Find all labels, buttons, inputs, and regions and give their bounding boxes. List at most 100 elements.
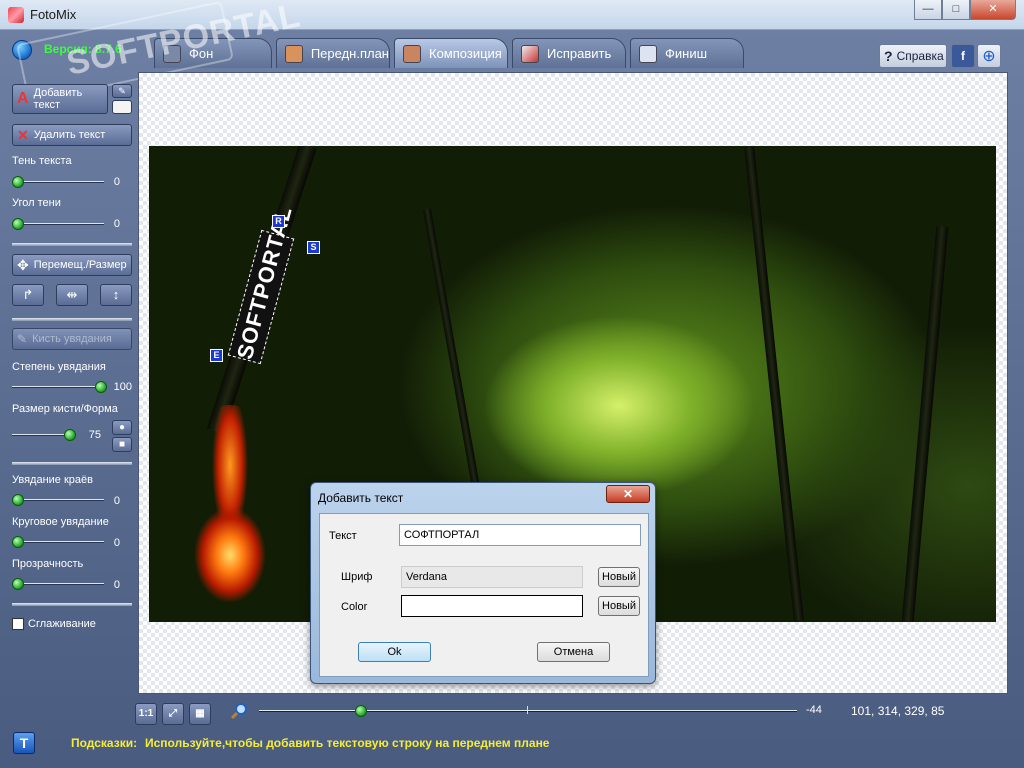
color-field[interactable] bbox=[401, 595, 583, 617]
ok-button[interactable]: Ok bbox=[358, 642, 431, 662]
cancel-button[interactable]: Отмена bbox=[537, 642, 610, 662]
tab-finish[interactable]: Финиш bbox=[630, 38, 744, 68]
fade-degree-slider[interactable] bbox=[12, 380, 107, 394]
text-shadow-slider[interactable] bbox=[12, 175, 104, 189]
new-font-button[interactable]: Новый bbox=[598, 567, 640, 587]
zoom-icon bbox=[230, 703, 247, 720]
text-input[interactable]: СОФТПОРТАЛ bbox=[399, 524, 641, 546]
slider-thumb[interactable] bbox=[12, 536, 24, 548]
move-resize-label: Перемещ./Размер bbox=[33, 259, 127, 271]
app-icon bbox=[8, 7, 24, 23]
tab-label: Исправить bbox=[547, 46, 612, 61]
edge-fade-value: 0 bbox=[113, 495, 120, 507]
tab-label: Финиш bbox=[665, 46, 708, 61]
radial-fade-slider[interactable] bbox=[12, 535, 104, 549]
text-box-icon[interactable] bbox=[112, 100, 132, 114]
divider bbox=[12, 243, 132, 246]
slider-thumb[interactable] bbox=[12, 578, 24, 590]
edge-fade-slider[interactable] bbox=[12, 493, 104, 507]
rotate-handle[interactable]: R bbox=[272, 215, 285, 228]
tab-fix[interactable]: Исправить bbox=[512, 38, 626, 68]
brush-size-slider[interactable] bbox=[12, 428, 76, 442]
radial-fade-label: Круговое увядание bbox=[12, 516, 109, 528]
fade-brush-label: Кисть увядания bbox=[32, 333, 112, 345]
text-label: Текст bbox=[329, 530, 357, 542]
hint-text: Используйте,чтобы добавить текстовую стр… bbox=[145, 736, 550, 750]
divider bbox=[12, 462, 132, 465]
edit-handle[interactable]: E bbox=[210, 349, 223, 362]
tab-label: Передн.план bbox=[310, 46, 389, 61]
divider bbox=[12, 318, 132, 321]
help-button[interactable]: ? Справка bbox=[879, 44, 947, 68]
add-text-dialog: Добавить текст ✕ Текст СОФТПОРТАЛ Шриф V… bbox=[310, 482, 656, 684]
coordinates-readout: 101, 314, 329, 85 bbox=[851, 704, 945, 718]
help-icon: ? bbox=[884, 48, 893, 64]
window-title: FotoMix bbox=[30, 7, 77, 22]
tab-foreground[interactable]: Передн.план bbox=[276, 38, 390, 68]
maximize-button[interactable]: □ bbox=[942, 0, 970, 20]
dialog-close-button[interactable]: ✕ bbox=[606, 485, 650, 503]
brush-icon bbox=[521, 44, 539, 63]
hint-label: Подсказки: bbox=[71, 736, 138, 750]
shadow-angle-label: Угол тени bbox=[12, 197, 61, 209]
dialog-title: Добавить текст bbox=[318, 491, 404, 505]
text-shadow-label: Тень текста bbox=[12, 155, 72, 167]
brush-icon: ✎ bbox=[17, 332, 28, 346]
composition-icon bbox=[403, 44, 421, 63]
fit-screen-icon[interactable]: ⤢ bbox=[162, 703, 184, 725]
slider-thumb[interactable] bbox=[95, 381, 107, 393]
flaming-guitar-image[interactable] bbox=[170, 405, 290, 615]
brush-square-shape-icon[interactable]: ■ bbox=[112, 437, 132, 452]
smoothing-label: Сглаживание bbox=[28, 618, 96, 630]
shadow-angle-slider[interactable] bbox=[12, 217, 104, 231]
new-color-button[interactable]: Новый bbox=[598, 596, 640, 616]
transparency-value: 0 bbox=[113, 579, 120, 591]
fade-brush-button[interactable]: ✎ Кисть увядания bbox=[12, 328, 132, 350]
globe-icon[interactable]: ⊕ bbox=[977, 44, 1001, 68]
color-label: Color bbox=[341, 601, 368, 613]
scale-handle[interactable]: S bbox=[307, 241, 320, 254]
add-text-button[interactable]: A Добавить текст bbox=[12, 84, 108, 114]
tree-trunk bbox=[901, 226, 949, 622]
edge-fade-label: Увядание краёв bbox=[12, 474, 93, 486]
help-label: Справка bbox=[896, 49, 944, 63]
add-text-icon: A bbox=[17, 90, 29, 107]
zoom-value: -44 bbox=[806, 704, 822, 716]
fade-degree-label: Степень увядания bbox=[12, 361, 106, 373]
slider-thumb[interactable] bbox=[64, 429, 76, 441]
slider-thumb[interactable] bbox=[12, 494, 24, 506]
tab-label: Композиция bbox=[429, 46, 502, 61]
rotate-icon[interactable]: ↱ bbox=[12, 284, 44, 306]
zoom-center-tick bbox=[527, 706, 528, 714]
delete-text-button[interactable]: ✕ Удалить текст bbox=[12, 124, 132, 146]
flip-vertical-icon[interactable]: ↕ bbox=[100, 284, 132, 306]
text-tool-icon[interactable]: T bbox=[13, 732, 35, 754]
divider bbox=[12, 603, 132, 606]
move-icon: ✥ bbox=[17, 256, 29, 273]
foreground-icon bbox=[285, 44, 303, 63]
tree-trunk bbox=[744, 146, 804, 622]
smoothing-checkbox[interactable] bbox=[12, 618, 24, 630]
font-field: Verdana bbox=[401, 566, 583, 588]
fade-degree-value: 100 bbox=[113, 381, 132, 393]
flip-horizontal-icon[interactable]: ⇹ bbox=[56, 284, 88, 306]
zoom-slider[interactable] bbox=[259, 710, 797, 712]
slider-thumb[interactable] bbox=[12, 176, 24, 188]
actual-size-button[interactable]: 1:1 bbox=[135, 703, 157, 725]
brush-size-value: 75 bbox=[88, 429, 101, 441]
facebook-icon[interactable]: f bbox=[951, 44, 975, 68]
brush-size-label: Размер кисти/Форма bbox=[12, 403, 118, 415]
tab-composition[interactable]: Композиция bbox=[394, 38, 508, 68]
delete-text-label: Удалить текст bbox=[33, 129, 106, 141]
font-label: Шриф bbox=[341, 571, 373, 583]
transparency-slider[interactable] bbox=[12, 577, 104, 591]
brush-round-shape-icon[interactable]: ● bbox=[112, 420, 132, 435]
slider-thumb[interactable] bbox=[12, 218, 24, 230]
text-color-icon[interactable]: ✎ bbox=[112, 84, 132, 98]
close-button[interactable]: ✕ bbox=[970, 0, 1016, 20]
add-text-label: Добавить текст bbox=[33, 87, 83, 111]
minimize-button[interactable]: — bbox=[914, 0, 942, 20]
grid-icon[interactable]: ▦ bbox=[189, 703, 211, 725]
move-resize-button[interactable]: ✥ Перемещ./Размер bbox=[12, 254, 132, 276]
dialog-body: Текст СОФТПОРТАЛ Шриф Verdana Новый Colo… bbox=[319, 513, 649, 677]
